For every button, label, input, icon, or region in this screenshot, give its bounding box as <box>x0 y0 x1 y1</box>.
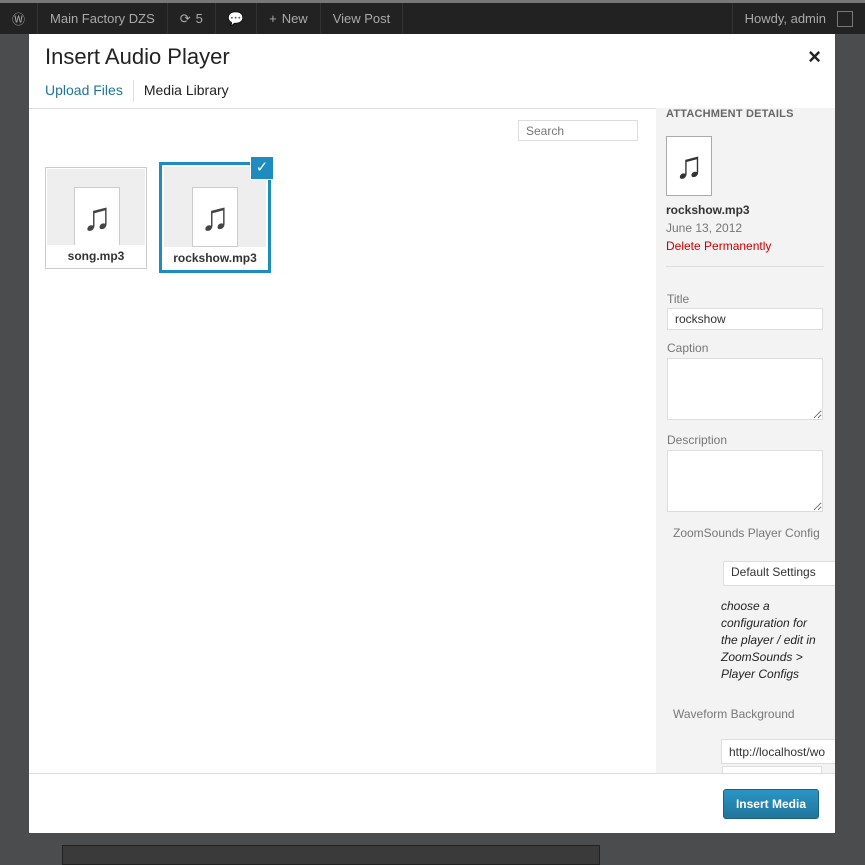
details-heading: ATTACHMENT DETAILS <box>666 108 794 120</box>
waveform-input[interactable] <box>721 739 835 764</box>
divider <box>29 108 656 109</box>
attachment-song[interactable]: ♫ song.mp3 <box>45 167 147 269</box>
insert-media-button[interactable]: Insert Media <box>722 789 819 819</box>
router-tabs: Upload Files Media Library <box>45 80 239 102</box>
attachment-name: song.mp3 <box>46 245 146 268</box>
wordpress-logo-icon[interactable]: Ⓦ <box>0 3 39 34</box>
modal-toolbar: Insert Media <box>29 773 835 833</box>
new-link[interactable]: + New <box>257 3 321 34</box>
check-icon[interactable]: ✓ <box>250 156 274 180</box>
file-date: June 13, 2012 <box>666 221 743 235</box>
comments-icon[interactable]: 💬 <box>216 3 258 34</box>
search-input[interactable] <box>518 120 638 141</box>
audio-file-icon: ♫ <box>74 187 120 247</box>
attachment-rockshow[interactable]: ♫ rockshow.mp3 ✓ <box>159 156 274 273</box>
waveform-upload-button[interactable] <box>722 766 822 773</box>
editor-area <box>62 845 600 865</box>
description-label: Description <box>667 433 728 447</box>
attachment-details-sidebar: ATTACHMENT DETAILS ♫ rockshow.mp3 June 1… <box>656 108 835 773</box>
waveform-label: Waveform Background <box>673 707 795 721</box>
refresh-icon: ⟳ <box>179 10 191 26</box>
file-name: rockshow.mp3 <box>666 203 750 217</box>
config-label: ZoomSounds Player Config <box>673 526 820 540</box>
view-post-link[interactable]: View Post <box>321 3 404 34</box>
site-name-link[interactable]: Main Factory DZS <box>38 3 168 34</box>
admin-bar: Ⓦ Main Factory DZS ⟳ 5 💬 + New View Post H… <box>0 0 865 34</box>
howdy-label: Howdy, admin <box>744 11 826 26</box>
divider <box>666 266 824 267</box>
avatar <box>837 10 853 27</box>
media-modal: Insert Audio Player × Upload Files Media… <box>29 34 835 833</box>
tab-upload-files[interactable]: Upload Files <box>45 80 134 102</box>
config-select[interactable]: Default Settings <box>723 561 835 586</box>
config-hint: choose a configuration for the player / … <box>721 599 816 681</box>
caption-textarea[interactable] <box>667 358 823 420</box>
title-input[interactable] <box>667 308 823 330</box>
new-label: New <box>281 11 308 26</box>
modal-title: Insert Audio Player <box>45 44 230 69</box>
description-textarea[interactable] <box>667 450 823 512</box>
delete-permanently-link[interactable]: Delete Permanently <box>666 239 771 253</box>
updates-link[interactable]: ⟳ 5 <box>168 3 216 34</box>
close-icon[interactable]: × <box>808 44 821 70</box>
attachment-name: rockshow.mp3 <box>162 247 268 270</box>
title-label: Title <box>667 292 690 306</box>
account-menu[interactable]: Howdy, admin <box>731 3 865 34</box>
updates-count: 5 <box>195 11 203 26</box>
plus-icon: + <box>269 11 277 26</box>
tab-media-library[interactable]: Media Library <box>134 80 239 102</box>
caption-label: Caption <box>667 341 709 355</box>
audio-file-icon: ♫ <box>192 187 238 247</box>
audio-file-icon: ♫ <box>666 136 712 196</box>
